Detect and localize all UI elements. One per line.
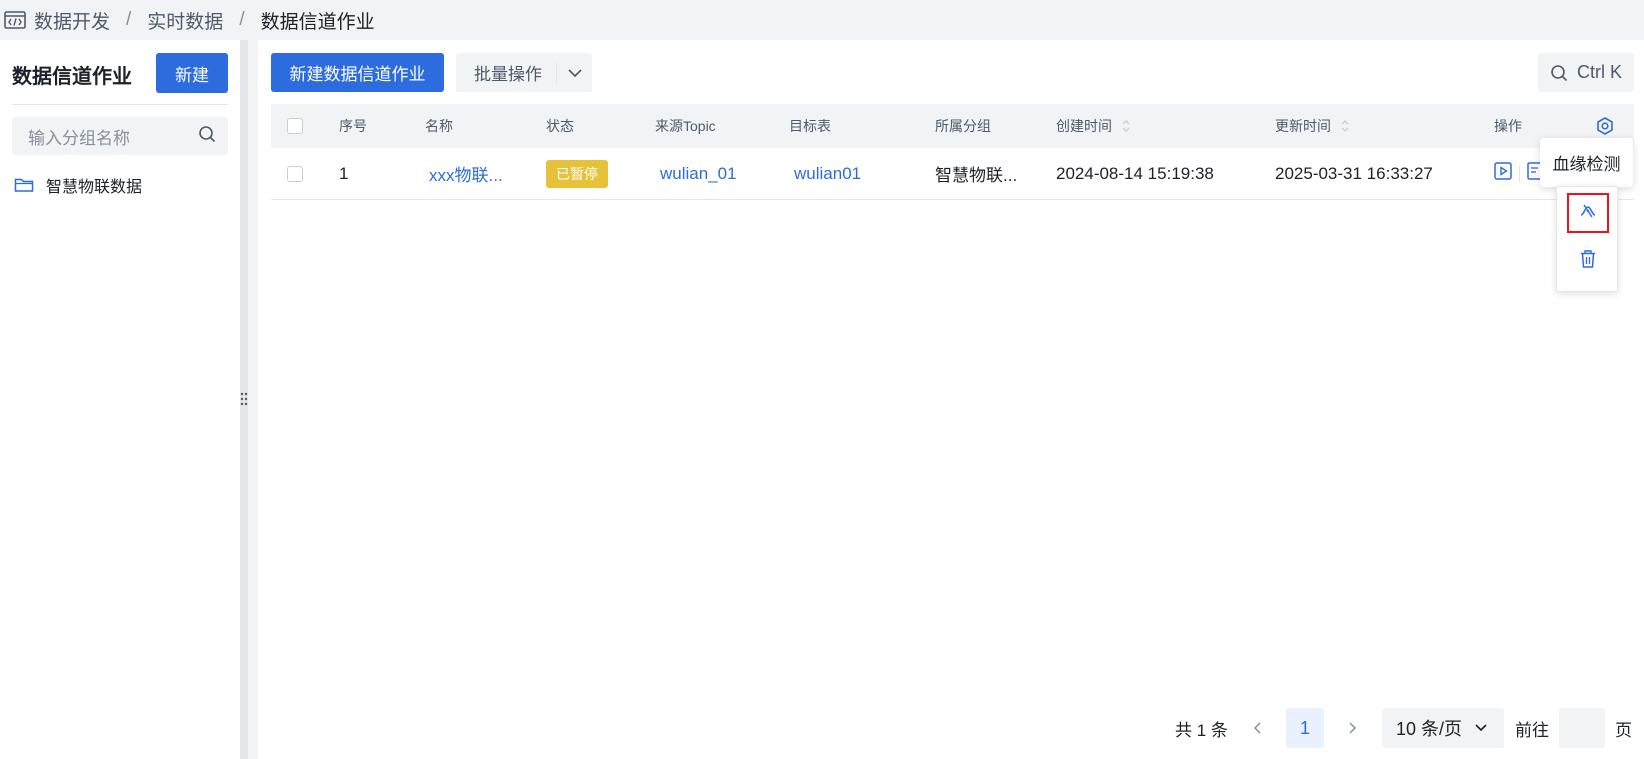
- next-page-icon[interactable]: [1338, 708, 1366, 748]
- breadcrumb-item-data-dev[interactable]: 数据开发: [34, 7, 110, 34]
- cell-updated: 2025-03-31 16:33:27: [1275, 163, 1433, 183]
- column-header-index: 序号: [339, 118, 367, 134]
- search-icon: [1550, 64, 1568, 82]
- sort-icon[interactable]: [1341, 119, 1349, 133]
- cell-index: 1: [339, 163, 349, 183]
- tree-item-label: 智慧物联数据: [46, 179, 143, 196]
- breadcrumb-item-realtime[interactable]: 实时数据: [147, 7, 223, 34]
- select-all-checkbox[interactable]: [287, 118, 303, 134]
- chevron-down-icon[interactable]: [557, 68, 592, 78]
- pagination-total: 共 1 条: [1175, 720, 1228, 740]
- sidebar-title: 数据信道作业: [12, 66, 132, 88]
- cell-name-link[interactable]: xxx物联...: [429, 148, 503, 199]
- settings-icon[interactable]: [1595, 116, 1615, 136]
- group-search-input[interactable]: 输入分组名称: [12, 117, 228, 155]
- batch-operation-label: 批量操作: [474, 65, 542, 84]
- column-header-group: 所属分组: [935, 118, 991, 134]
- page-size-value: 10 条/页: [1396, 719, 1463, 739]
- group-search-placeholder: 输入分组名称: [28, 128, 130, 148]
- column-header-source-topic: 来源Topic: [655, 118, 716, 134]
- column-header-updated-label: 更新时间: [1275, 118, 1331, 134]
- status-badge: 已暂停: [546, 159, 608, 188]
- lineage-check-button[interactable]: [1567, 193, 1609, 233]
- page-number-current[interactable]: 1: [1286, 708, 1324, 748]
- more-actions-menu: [1556, 186, 1618, 292]
- tree-item-group[interactable]: 智慧物联数据: [12, 172, 142, 198]
- lineage-icon: [1578, 201, 1598, 226]
- breadcrumb: 数据开发 / 实时数据 / 数据信道作业: [0, 0, 1644, 40]
- new-job-button[interactable]: 新建数据信道作业: [271, 53, 444, 92]
- folder-icon: [14, 177, 34, 193]
- table-row: 1 xxx物联... 已暂停 wulian_01 wulian01 智慧物联..…: [271, 148, 1634, 200]
- action-divider: [1519, 165, 1520, 182]
- column-header-updated[interactable]: 更新时间: [1275, 104, 1349, 148]
- new-group-button[interactable]: 新建: [156, 53, 228, 93]
- delete-button[interactable]: [1567, 241, 1609, 281]
- lineage-tooltip: 血缘检测: [1540, 138, 1633, 187]
- column-header-created-label: 创建时间: [1056, 118, 1112, 134]
- cell-created: 2024-08-14 15:19:38: [1056, 163, 1214, 183]
- column-header-actions: 操作: [1494, 118, 1522, 134]
- column-header-created[interactable]: 创建时间: [1056, 104, 1130, 148]
- breadcrumb-separator: /: [126, 9, 132, 30]
- code-window-icon: [4, 11, 26, 29]
- search-shortcut-label: Ctrl K: [1577, 62, 1622, 82]
- column-header-name: 名称: [425, 118, 453, 134]
- cell-target-table-link[interactable]: wulian01: [794, 148, 861, 199]
- chevron-down-icon: [1474, 723, 1488, 733]
- breadcrumb-separator: /: [239, 9, 245, 30]
- column-header-status: 状态: [546, 118, 574, 134]
- breadcrumb-item-current: 数据信道作业: [260, 11, 375, 33]
- page-suffix-label: 页: [1615, 720, 1632, 740]
- table-header: 序号 名称 状态 来源Topic 目标表 所属分组 创建时间 更新时间 操作: [271, 104, 1634, 148]
- sidebar-divider: [12, 104, 228, 105]
- prev-page-icon[interactable]: [1244, 708, 1272, 748]
- search-icon[interactable]: [198, 125, 216, 148]
- global-search-button[interactable]: Ctrl K: [1538, 53, 1634, 92]
- page-size-select[interactable]: 10 条/页: [1382, 708, 1504, 748]
- sort-icon[interactable]: [1122, 119, 1130, 133]
- column-header-target-table: 目标表: [789, 118, 831, 134]
- drag-handle-icon[interactable]: [239, 390, 249, 408]
- trash-icon: [1579, 249, 1597, 274]
- goto-page-input[interactable]: [1559, 708, 1605, 748]
- play-icon[interactable]: [1494, 162, 1512, 185]
- row-checkbox[interactable]: [287, 165, 303, 182]
- row-actions: [1494, 148, 1543, 199]
- goto-label: 前往: [1515, 720, 1549, 740]
- batch-operation-button[interactable]: 批量操作: [456, 53, 592, 92]
- cell-group: 智慧物联...: [935, 166, 1018, 185]
- cell-source-topic-link[interactable]: wulian_01: [660, 148, 737, 199]
